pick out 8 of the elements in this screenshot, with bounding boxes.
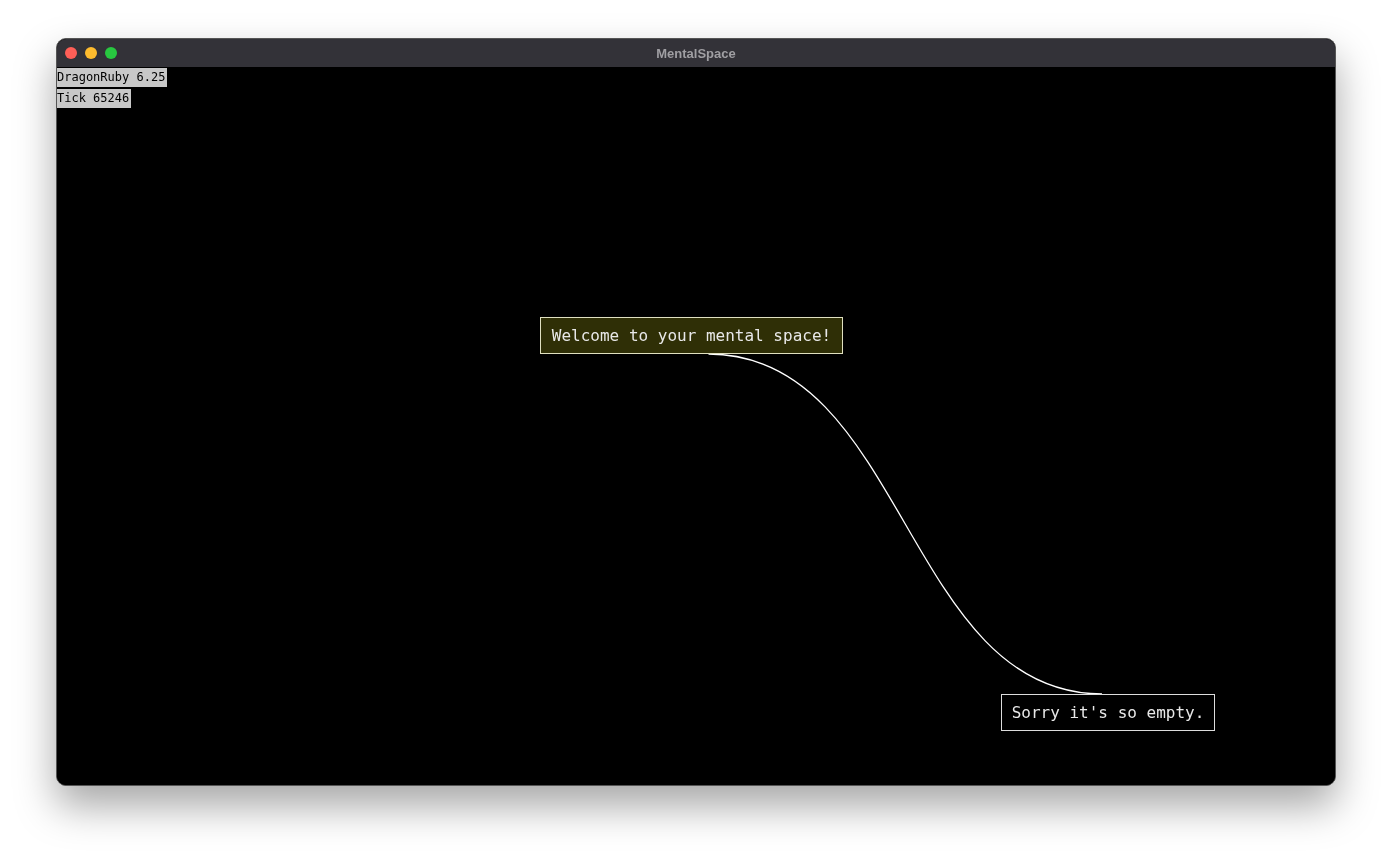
debug-text: Tick 65246 <box>57 89 132 108</box>
zoom-button[interactable] <box>105 47 117 59</box>
debug-text: DragonRuby 6.25 <box>57 68 168 87</box>
close-button[interactable] <box>65 47 77 59</box>
mind-map-node[interactable]: Welcome to your mental space! <box>540 317 843 354</box>
mind-map-node[interactable]: Sorry it's so empty. <box>1001 694 1215 731</box>
window-title: MentalSpace <box>656 45 736 61</box>
minimize-button[interactable] <box>85 47 97 59</box>
